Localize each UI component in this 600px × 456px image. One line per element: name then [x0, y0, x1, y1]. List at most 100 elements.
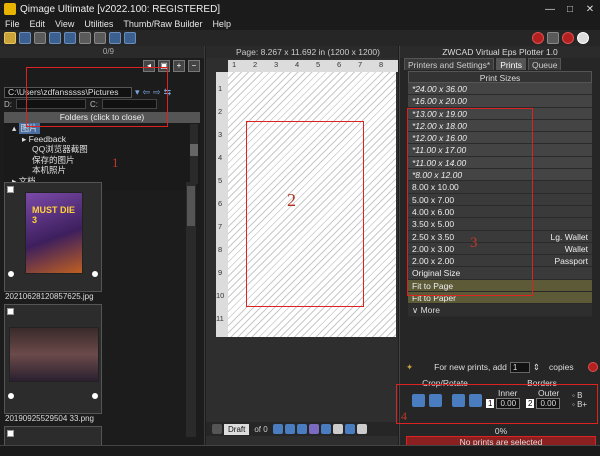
annotation-4: 4 — [401, 409, 407, 423]
progress-text: 0% — [494, 426, 508, 436]
thumbnail-image-1: MUST DIE 3 — [25, 192, 83, 274]
thumbnail-image-2 — [9, 327, 99, 382]
print-size-item[interactable]: *16.00 x 20.00 — [408, 95, 592, 108]
tool-icon[interactable] — [34, 32, 46, 44]
thumbnail-filename-2: 20190925529504 33.png — [5, 414, 94, 423]
filter-icon[interactable] — [109, 32, 121, 44]
copies-input[interactable]: 1 — [509, 361, 530, 373]
print-size-note: Wallet — [564, 243, 588, 254]
v-badge-icon[interactable] — [588, 362, 598, 372]
thumbnail-2[interactable]: 20190925529504 33.png — [4, 304, 102, 423]
save-icon[interactable] — [19, 32, 31, 44]
thumbnail-3[interactable] — [4, 426, 102, 446]
annotation-2: 2 — [287, 190, 296, 210]
nav-add-button[interactable]: + — [173, 60, 185, 72]
image-icon[interactable] — [344, 424, 355, 434]
menu-file[interactable]: File — [0, 18, 25, 30]
print-size-label: *16.00 x 20.00 — [412, 96, 467, 107]
status-area: 0% No prints are selected — [406, 427, 596, 447]
thumbnail-info-dot[interactable] — [8, 393, 14, 399]
copies-row: ✦ For new prints, add 1 ⇕ copies — [406, 360, 598, 374]
page-count: of 0 — [254, 424, 268, 434]
menu-bar: File Edit View Utilities Thumb/Raw Build… — [0, 18, 600, 30]
v-badge-icon[interactable] — [532, 32, 544, 44]
menu-view[interactable]: View — [50, 18, 79, 30]
print-icon[interactable] — [547, 32, 559, 44]
settings-icon[interactable] — [356, 424, 367, 434]
thumbnail-menu-dot[interactable] — [92, 393, 98, 399]
first-page-icon[interactable] — [272, 424, 283, 434]
thumbnail-filename-1: 20210628120857625.jpg — [5, 292, 94, 301]
arrow-down-icon[interactable] — [212, 424, 222, 434]
printer-name: ZWCAD Virtual Eps Plotter 1.0 — [400, 46, 600, 58]
image-counter: 0/9 — [0, 46, 204, 58]
highlight-box-borders: 4 — [396, 384, 598, 424]
thumbnail-checkbox[interactable] — [7, 308, 14, 315]
tree-item-qq-screenshots[interactable]: QQ浏览器截图 — [4, 144, 200, 155]
close-button[interactable]: ✕ — [580, 4, 600, 15]
page-nav-bar: Draft of 0 — [206, 422, 398, 436]
print-size-note: Passport — [554, 256, 588, 267]
bottom-scrollbar[interactable] — [0, 445, 600, 456]
highlight-box-folders — [26, 67, 168, 127]
clock-icon[interactable] — [577, 32, 589, 44]
app-window: Qimage Ultimate [v2022.100: REGISTERED] … — [0, 0, 600, 456]
draft-select[interactable]: Draft — [224, 423, 250, 435]
copies-text: For new prints, add — [434, 362, 507, 372]
annotation-3: 3 — [470, 235, 478, 251]
menu-utilities[interactable]: Utilities — [79, 18, 118, 30]
camera-icon[interactable] — [49, 32, 61, 44]
thumbnail-checkbox[interactable] — [7, 430, 14, 437]
layout-icon[interactable] — [124, 32, 136, 44]
print-size-item[interactable]: *24.00 x 36.00 — [408, 83, 592, 96]
maximize-button[interactable]: □ — [560, 4, 580, 15]
thumbnail-scrollbar[interactable] — [186, 182, 196, 437]
highlight-box-page: 2 — [246, 121, 364, 307]
copies-stepper-icon[interactable]: ⇕ — [533, 362, 540, 373]
print-size-label: ∨ More — [412, 305, 440, 316]
copies-label: copies — [549, 362, 574, 372]
tree-scrollbar[interactable] — [190, 124, 198, 184]
tab-printers-and-settings[interactable]: Printers and Settings* — [404, 58, 495, 70]
main-toolbar — [0, 30, 600, 46]
tab-queue[interactable]: Queue — [527, 58, 562, 70]
vertical-ruler: 1 2 3 4 5 6 7 8 9 10 11 — [216, 72, 228, 337]
tab-prints[interactable]: Prints — [496, 58, 526, 70]
page-info: Page: 8.267 x 11.692 in (1200 x 1200) — [206, 46, 398, 58]
menu-thumb-raw-builder[interactable]: Thumb/Raw Builder — [118, 18, 207, 30]
grid-icon[interactable] — [79, 32, 91, 44]
drive-d-label: D: — [4, 99, 12, 109]
scan-icon[interactable] — [64, 32, 76, 44]
thumbnail-info-dot[interactable] — [8, 271, 14, 277]
annotation-1: 1 — [112, 155, 119, 170]
text-icon[interactable] — [332, 424, 343, 434]
page-icon[interactable] — [296, 424, 307, 434]
settings-tabs: Printers and Settings* Prints Queue — [400, 58, 600, 70]
app-icon — [4, 3, 16, 15]
rotate-icon[interactable] — [94, 32, 106, 44]
preview-icon[interactable] — [308, 424, 319, 434]
print-size-note: Lg. Wallet — [550, 231, 588, 242]
wand-icon[interactable]: ✦ — [406, 362, 413, 373]
thumbnail-menu-dot[interactable] — [92, 271, 98, 277]
next-page-icon[interactable] — [284, 424, 295, 434]
open-folder-icon[interactable] — [4, 32, 16, 44]
tree-item-local-photos[interactable]: 本机照片 — [4, 165, 200, 176]
thumbnail-checkbox[interactable] — [7, 186, 14, 193]
menu-help[interactable]: Help — [207, 18, 236, 30]
tree-item-saved-pictures[interactable]: 保存的图片 — [4, 155, 200, 166]
menu-edit[interactable]: Edit — [25, 18, 51, 30]
print-size-item[interactable]: ∨ More — [408, 304, 592, 317]
title-bar: Qimage Ultimate [v2022.100: REGISTERED] … — [0, 0, 600, 18]
minimize-button[interactable]: — — [540, 4, 560, 15]
thumbnail-1[interactable]: MUST DIE 3 20210628120857625.jpg — [4, 182, 102, 301]
highlight-box-sizes: 3 — [407, 108, 533, 296]
window-title: Qimage Ultimate [v2022.100: REGISTERED] — [20, 3, 221, 15]
tree-item-feedback[interactable]: ▸ Feedback — [4, 134, 200, 145]
horizontal-ruler: 1 2 3 4 5 6 7 8 — [228, 60, 398, 72]
nav-remove-button[interactable]: − — [188, 60, 200, 72]
print-size-label: *24.00 x 36.00 — [412, 84, 467, 94]
alert-icon[interactable] — [562, 32, 574, 44]
thumbnail-list: MUST DIE 3 20210628120857625.jpg 2019092… — [4, 182, 102, 446]
layout-icon[interactable] — [320, 424, 331, 434]
